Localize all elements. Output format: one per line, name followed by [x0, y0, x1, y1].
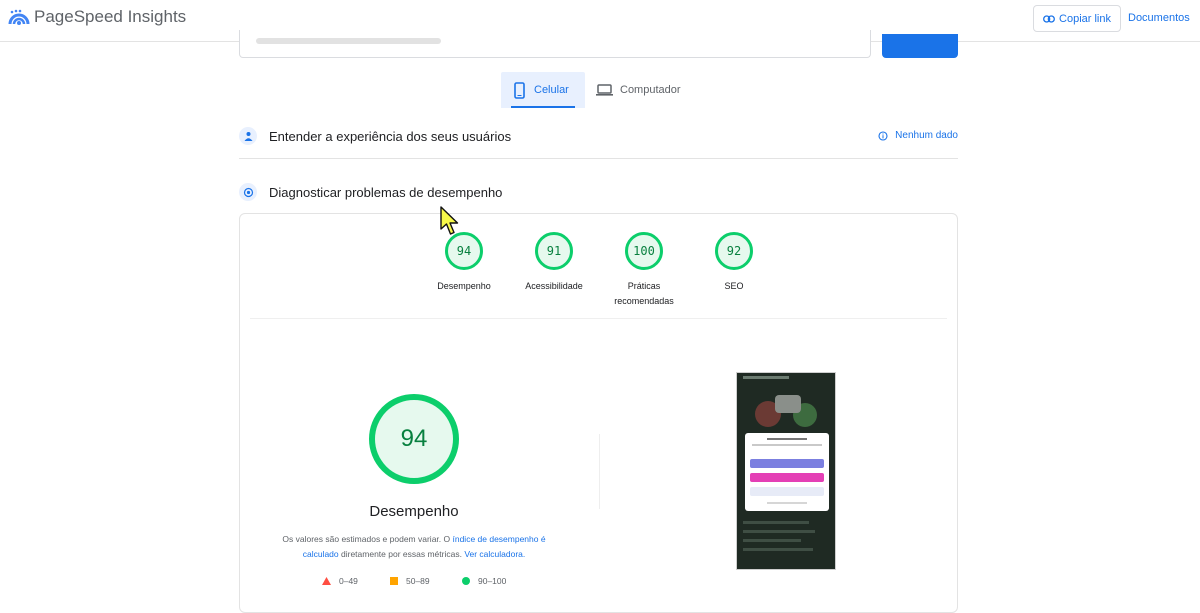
thumb-text-line [743, 530, 815, 533]
thumb-modal-text [752, 444, 822, 446]
thumb-modal-footer [767, 502, 807, 504]
score-value: 92 [715, 232, 753, 270]
legend-average: 50–89 [390, 576, 430, 586]
calculator-link[interactable]: Ver calculadora. [464, 549, 525, 559]
note-text-1: Os valores são estimados e podem variar.… [282, 534, 453, 544]
thumb-modal [745, 433, 829, 511]
lab-data-section: Diagnosticar problemas de desempenho [239, 180, 958, 204]
info-icon [878, 130, 888, 141]
score-label: Práticas recomendadas [614, 281, 674, 306]
circle-icon [462, 577, 470, 585]
legend-fail: 0–49 [322, 576, 358, 586]
laptop-icon [596, 84, 613, 96]
field-data-section: Entender a experiência dos seus usuários… [239, 124, 958, 148]
field-data-title: Entender a experiência dos seus usuários [269, 128, 512, 144]
no-data-label: Nenhum dado [895, 130, 958, 141]
page-screenshot-thumbnail [736, 372, 836, 570]
no-data-link[interactable]: Nenhum dado [878, 130, 958, 141]
tab-mobile[interactable]: Celular [501, 72, 585, 108]
users-icon [239, 127, 257, 145]
thumb-text-line [743, 539, 801, 542]
tab-mobile-label: Celular [534, 84, 569, 96]
score-gauge-best-practices[interactable]: 100 Práticas recomendadas [599, 232, 689, 309]
performance-score-gauge: 94 [369, 394, 459, 484]
diagnose-icon [239, 183, 257, 201]
link-icon [1043, 14, 1055, 23]
vertical-divider [599, 434, 600, 509]
copy-link-label: Copiar link [1059, 12, 1111, 25]
lab-data-title: Diagnosticar problemas de desempenho [269, 184, 503, 200]
score-gauge-accessibility[interactable]: 91 Acessibilidade [509, 232, 599, 294]
score-gauge-seo[interactable]: 92 SEO [689, 232, 779, 294]
thumb-modal-button [750, 459, 824, 468]
square-icon [390, 577, 398, 585]
thumb-header [743, 376, 789, 379]
tab-desktop[interactable]: Computador [596, 72, 681, 108]
thumb-text-line [743, 521, 809, 524]
performance-note: Os valores são estimados e podem variar.… [268, 532, 560, 562]
url-text-blurred [256, 38, 441, 44]
copy-link-button[interactable]: Copiar link [1033, 5, 1121, 32]
smartphone-icon [514, 81, 525, 99]
thumb-image [775, 395, 801, 413]
url-input[interactable] [239, 30, 871, 58]
score-label: Desempenho [437, 281, 491, 291]
score-value: 91 [535, 232, 573, 270]
legend-average-range: 50–89 [406, 576, 430, 586]
thumb-modal-title [767, 438, 807, 440]
legend-pass: 90–100 [462, 576, 506, 586]
score-gauge-performance[interactable]: 94 Desempenho [419, 232, 509, 294]
analyze-button[interactable] [882, 34, 958, 58]
performance-title: Desempenho [369, 503, 459, 520]
score-label: SEO [724, 281, 744, 291]
legend-pass-range: 90–100 [478, 576, 507, 586]
docs-link[interactable]: Documentos [1128, 12, 1190, 24]
card-divider [250, 318, 947, 319]
mouse-cursor-icon [440, 206, 459, 235]
pagespeed-logo-icon [8, 9, 30, 25]
active-tab-indicator [511, 106, 575, 108]
report-card: 94 Desempenho 91 Acessibilidade 100 Prát… [239, 213, 958, 613]
triangle-icon [322, 577, 331, 585]
thumb-modal-button [750, 487, 824, 496]
score-label: Acessibilidade [525, 281, 583, 291]
legend-fail-range: 0–49 [339, 576, 358, 586]
app-title: PageSpeed Insights [34, 7, 187, 26]
score-value: 94 [445, 232, 483, 270]
tab-desktop-label: Computador [620, 84, 681, 96]
thumb-text-line [743, 548, 813, 551]
thumb-modal-button [750, 473, 824, 482]
score-value: 100 [625, 232, 663, 270]
section-divider [239, 158, 958, 159]
note-text-2: diretamente por essas métricas. [338, 549, 465, 559]
